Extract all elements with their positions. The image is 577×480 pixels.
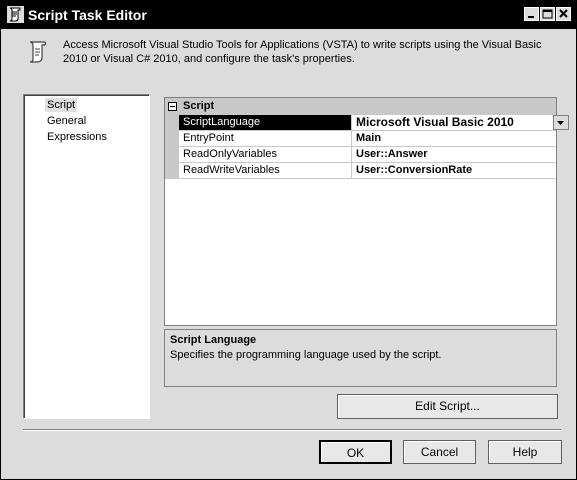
collapse-icon[interactable] — [168, 102, 177, 111]
property-value[interactable]: Microsoft Visual Basic 2010 — [356, 115, 556, 130]
description-text: Specifies the programming language used … — [170, 349, 442, 361]
property-value[interactable]: User::Answer — [356, 147, 556, 162]
maximize-button[interactable] — [540, 7, 555, 21]
separator — [23, 429, 561, 431]
close-button[interactable] — [556, 7, 571, 21]
header-description: Access Microsoft Visual Studio Tools for… — [63, 39, 542, 65]
nav-item-expressions[interactable]: Expressions — [45, 130, 109, 144]
property-row-readonlyvariables[interactable]: ReadOnlyVariables User::Answer — [179, 147, 556, 163]
maximize-icon — [542, 9, 553, 19]
script-task-editor-window: Script Task Editor Access Microsoft Visu… — [0, 0, 577, 480]
edit-script-button[interactable]: Edit Script... — [337, 394, 558, 419]
minimize-icon — [528, 16, 534, 18]
property-grid[interactable]: Script ScriptLanguage Microsoft Visual B… — [164, 97, 569, 326]
category-row-script[interactable]: Script — [165, 98, 556, 115]
property-name[interactable]: ReadWriteVariables — [179, 163, 352, 178]
property-row-scriptlanguage[interactable]: ScriptLanguage Microsoft Visual Basic 20… — [179, 115, 569, 131]
property-value[interactable]: User::ConversionRate — [356, 163, 556, 178]
help-button[interactable]: Help — [488, 440, 562, 464]
description-title: Script Language — [170, 334, 257, 346]
property-name[interactable]: ScriptLanguage — [179, 115, 352, 130]
dropdown-button[interactable] — [553, 115, 569, 130]
property-name[interactable]: EntryPoint — [179, 131, 352, 146]
script-scroll-icon — [27, 40, 49, 64]
cancel-button[interactable]: Cancel — [403, 440, 476, 464]
minimize-button[interactable] — [524, 7, 539, 21]
grid-gutter — [165, 115, 179, 179]
script-task-icon — [7, 6, 24, 23]
property-row-entrypoint[interactable]: EntryPoint Main — [179, 131, 556, 147]
window-title: Script Task Editor — [28, 7, 147, 23]
nav-item-general[interactable]: General — [45, 114, 88, 128]
nav-item-script[interactable]: Script — [45, 98, 78, 112]
property-value[interactable]: Main — [356, 131, 556, 146]
close-icon — [559, 9, 568, 18]
property-name[interactable]: ReadOnlyVariables — [179, 147, 352, 162]
property-row-readwritevariables[interactable]: ReadWriteVariables User::ConversionRate — [179, 163, 556, 179]
category-label: Script — [183, 100, 215, 112]
description-panel: Script Language Specifies the programmin… — [164, 329, 557, 387]
ok-button[interactable]: OK — [319, 440, 392, 464]
title-bar[interactable]: Script Task Editor — [1, 1, 576, 29]
chevron-down-icon — [557, 121, 564, 125]
navigation-list[interactable]: Script General Expressions — [23, 94, 150, 419]
